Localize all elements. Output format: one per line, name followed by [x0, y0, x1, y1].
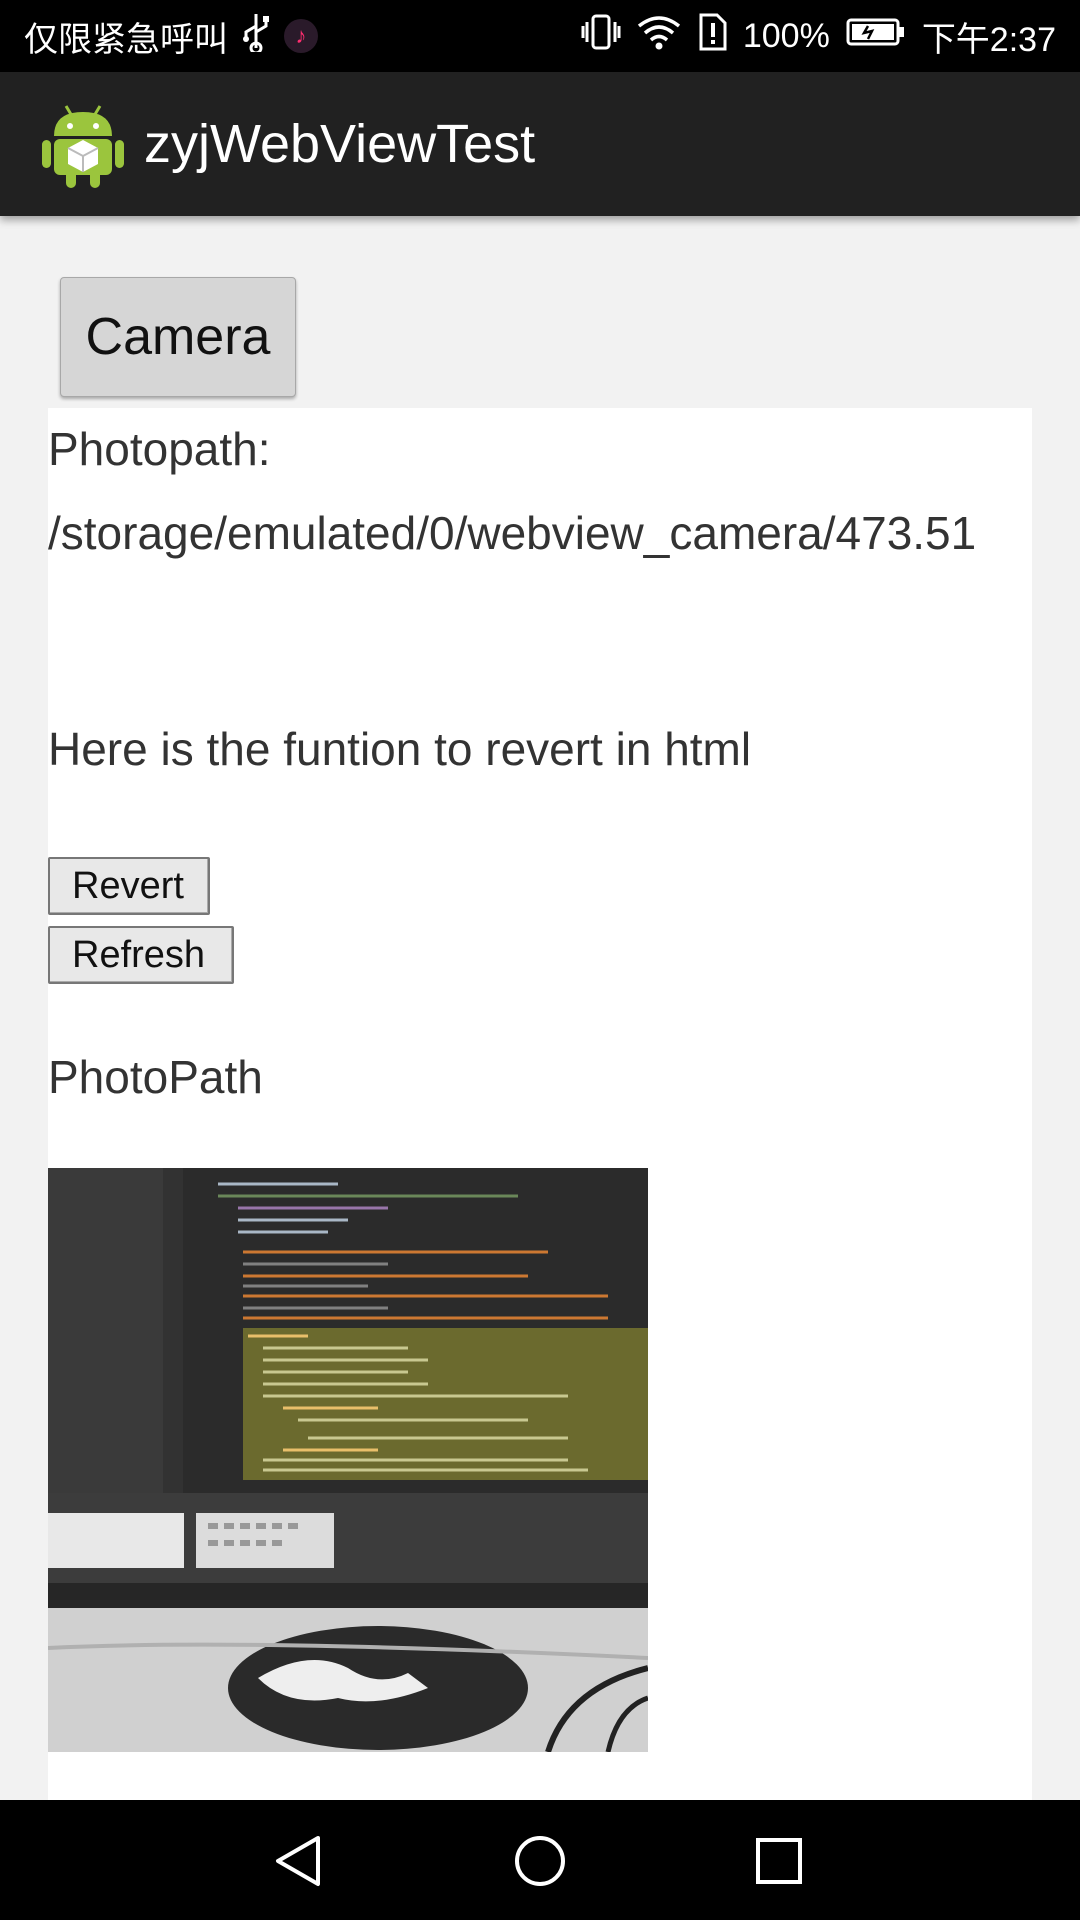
captured-photo [48, 1168, 648, 1752]
sim-alert-icon [697, 13, 727, 60]
photopath-value: /storage/emulated/0/webview_camera/473.5… [48, 507, 977, 559]
carrier-text: 仅限紧急呼叫 [24, 20, 228, 59]
refresh-button[interactable]: Refresh [48, 926, 234, 984]
revert-button[interactable]: Revert [48, 857, 210, 915]
app-bar: zyjWebViewTest [0, 72, 1080, 216]
usb-icon [242, 12, 270, 61]
wifi-icon [637, 14, 681, 59]
app-title: zyjWebViewTest [144, 114, 536, 174]
tiktok-icon: ♪ [284, 19, 318, 53]
battery-percent: 100% [742, 16, 830, 55]
photopath-heading: PhotoPath [48, 1051, 263, 1103]
webview: Photopath: /storage/emulated/0/webview_c… [48, 408, 1032, 1800]
battery-icon [846, 17, 906, 56]
camera-button[interactable]: Camera [60, 277, 296, 397]
function-text: Here is the funtion to revert in html [48, 723, 752, 775]
back-icon[interactable] [272, 1834, 324, 1893]
vibrate-icon [581, 14, 621, 59]
home-icon[interactable] [514, 1834, 566, 1893]
status-bar: 仅限紧急呼叫 ♪ 100% 下午2:37 [0, 0, 1080, 72]
android-app-icon [42, 98, 124, 190]
photopath-label: Photopath: [48, 423, 271, 475]
navigation-bar [0, 1800, 1080, 1920]
clock: 下午2:37 [921, 20, 1056, 59]
recents-icon[interactable] [754, 1836, 804, 1891]
